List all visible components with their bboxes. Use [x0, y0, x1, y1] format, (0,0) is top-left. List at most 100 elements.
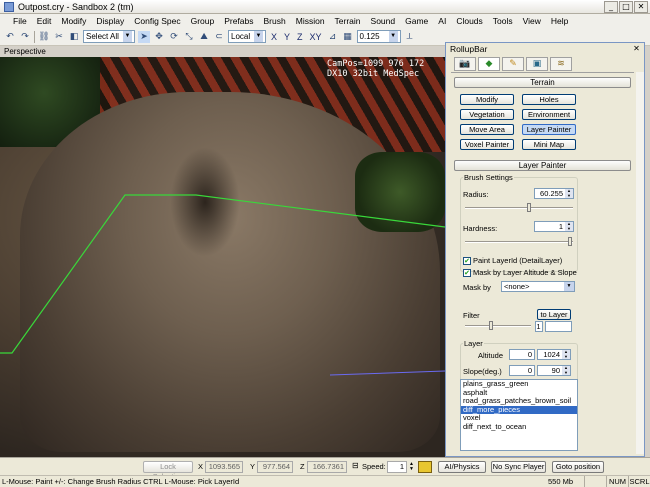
axis-x-button[interactable]: X	[269, 32, 279, 42]
filter-slider[interactable]	[465, 321, 531, 330]
undo-icon[interactable]: ↶	[4, 31, 16, 43]
menu-config-spec[interactable]: Config Spec	[129, 16, 185, 26]
slider-thumb[interactable]	[526, 203, 531, 212]
y-coordinate[interactable]: 977.564	[257, 461, 293, 473]
axis-z-button[interactable]: Z	[295, 32, 305, 42]
filter-value: 1	[535, 321, 543, 332]
hide-icon[interactable]: ◧	[68, 31, 80, 43]
terrain-section-header[interactable]: Terrain	[454, 77, 631, 88]
menu-edit[interactable]: Edit	[32, 16, 57, 26]
menu-help[interactable]: Help	[546, 16, 573, 26]
menu-view[interactable]: View	[518, 16, 546, 26]
menu-prefabs[interactable]: Prefabs	[219, 16, 258, 26]
move-area-button[interactable]: Move Area	[460, 124, 514, 135]
menu-clouds[interactable]: Clouds	[451, 16, 487, 26]
unlink-icon[interactable]: ✂	[53, 31, 65, 43]
minimize-button[interactable]: _	[604, 1, 618, 13]
hardness-slider[interactable]	[465, 237, 573, 246]
redo-icon[interactable]: ↷	[19, 31, 31, 43]
close-icon[interactable]: ✕	[631, 44, 642, 54]
voxel-painter-button[interactable]: Voxel Painter	[460, 139, 514, 150]
layer-painter-section-header[interactable]: Layer Painter	[454, 160, 631, 171]
z-coordinate[interactable]: 166.7361	[307, 461, 347, 473]
num-indicator: NUM	[606, 476, 628, 487]
ai-physics-button[interactable]: AI/Physics	[438, 461, 486, 473]
maximize-button[interactable]: □	[619, 1, 633, 13]
hardness-value: 1	[558, 222, 563, 231]
altitude-min-input[interactable]: 0	[509, 349, 535, 360]
checkmark-icon: ✔	[463, 268, 471, 277]
select-arrow-icon[interactable]: ➤	[138, 30, 150, 43]
magnet-icon[interactable]: ⊂	[213, 31, 225, 43]
ai-icon[interactable]	[418, 461, 432, 473]
layer-list-item[interactable]: diff_next_to_ocean	[461, 422, 577, 432]
speed-input[interactable]: 1	[387, 461, 407, 473]
ruler-icon[interactable]: ⟂	[404, 31, 416, 43]
menu-ai[interactable]: AI	[433, 16, 451, 26]
environment-button[interactable]: Environment	[522, 109, 576, 120]
slider-track	[465, 325, 531, 327]
link-icon[interactable]: ⛓	[38, 31, 50, 43]
lock-selection-button[interactable]: Lock Selection	[143, 461, 193, 481]
to-layer-button[interactable]: to Layer	[537, 309, 571, 320]
axis-xy-button[interactable]: XY	[308, 32, 324, 42]
slope-min-input[interactable]: 0	[509, 365, 535, 376]
coord-space-dropdown[interactable]: Local ▼	[228, 30, 266, 43]
mask-by-dropdown[interactable]: <none> ▼	[501, 281, 575, 292]
terrain-snap-icon[interactable]: ⛰	[198, 31, 210, 43]
spin-icon[interactable]: ▲ ▼	[562, 365, 570, 375]
altitude-max-input[interactable]: 1024 ▲ ▼	[537, 349, 571, 360]
rotate-icon[interactable]: ⟳	[168, 31, 180, 43]
modify-button[interactable]: Modify	[460, 94, 514, 105]
scale-icon[interactable]: ⤡	[183, 31, 195, 43]
spin-icon[interactable]: ▲ ▼	[565, 221, 573, 231]
lock-icon[interactable]: ⊟	[352, 461, 361, 472]
menu-sound[interactable]: Sound	[366, 16, 401, 26]
menu-file[interactable]: File	[8, 16, 32, 26]
display-tab-icon[interactable]: ▣	[526, 57, 548, 71]
slope-max-input[interactable]: 90 ▲ ▼	[537, 365, 571, 376]
radius-slider[interactable]	[465, 203, 573, 212]
menu-group[interactable]: Group	[186, 16, 220, 26]
move-icon[interactable]: ✥	[153, 31, 165, 43]
x-coordinate[interactable]: 1093.565	[205, 461, 243, 473]
spin-icon[interactable]: ▲ ▼	[562, 349, 570, 359]
slider-thumb[interactable]	[568, 237, 572, 246]
hardness-input[interactable]: 1 ▲ ▼	[534, 221, 574, 232]
modeling-tab-icon[interactable]: ✎	[502, 57, 524, 71]
menu-terrain[interactable]: Terrain	[330, 16, 366, 26]
menu-display[interactable]: Display	[91, 16, 129, 26]
layer-list[interactable]: plains_grass_green asphalt road_grass_patc…	[460, 379, 578, 451]
menu-game[interactable]: Game	[400, 16, 433, 26]
paint-layerid-checkbox[interactable]: ✔ Paint LayerId (DetailLayer)	[463, 256, 562, 265]
perspective-viewport[interactable]: CamPos=1099 976 172 DX10 32bit MedSpec	[0, 57, 445, 457]
snap-angle-icon[interactable]: ⊿	[327, 31, 339, 43]
axis-y-button[interactable]: Y	[282, 32, 292, 42]
vegetation-button[interactable]: Vegetation	[460, 109, 514, 120]
no-sync-player-button[interactable]: No Sync Player	[491, 461, 546, 473]
grid-icon[interactable]: ▦	[342, 31, 354, 43]
objects-tab-icon[interactable]: 📷	[454, 57, 476, 71]
radius-input[interactable]: 60.255 ▲ ▼	[534, 188, 574, 199]
close-button[interactable]: ✕	[634, 1, 648, 13]
rollup-scrollbar[interactable]	[636, 72, 644, 454]
menu-mission[interactable]: Mission	[291, 16, 330, 26]
spin-icon[interactable]: ▲ ▼	[409, 462, 414, 472]
menu-brush[interactable]: Brush	[259, 16, 291, 26]
goto-position-button[interactable]: Goto position	[552, 461, 604, 473]
mask-altitude-checkbox[interactable]: ✔ Mask by Layer Altitude & Slope	[463, 268, 577, 277]
slider-thumb[interactable]	[489, 321, 494, 330]
layers-tab-icon[interactable]: ≋	[550, 57, 572, 71]
menu-modify[interactable]: Modify	[56, 16, 91, 26]
spin-icon[interactable]: ▲ ▼	[565, 188, 573, 198]
layer-painter-button[interactable]: Layer Painter	[522, 124, 576, 135]
filter-color-field[interactable]	[545, 321, 572, 332]
mask-by-value: <none>	[504, 282, 530, 291]
terrain-tab-icon[interactable]: ◆	[478, 57, 500, 71]
mini-map-button[interactable]: Mini Map	[522, 139, 576, 150]
holes-button[interactable]: Holes	[522, 94, 576, 105]
status-bar: L-Mouse: Paint +/-: Change Brush Radius …	[0, 475, 650, 487]
grid-size-dropdown[interactable]: 0.125 ▼	[356, 30, 401, 43]
selection-dropdown[interactable]: Select All ▼	[83, 30, 135, 43]
menu-tools[interactable]: Tools	[488, 16, 518, 26]
